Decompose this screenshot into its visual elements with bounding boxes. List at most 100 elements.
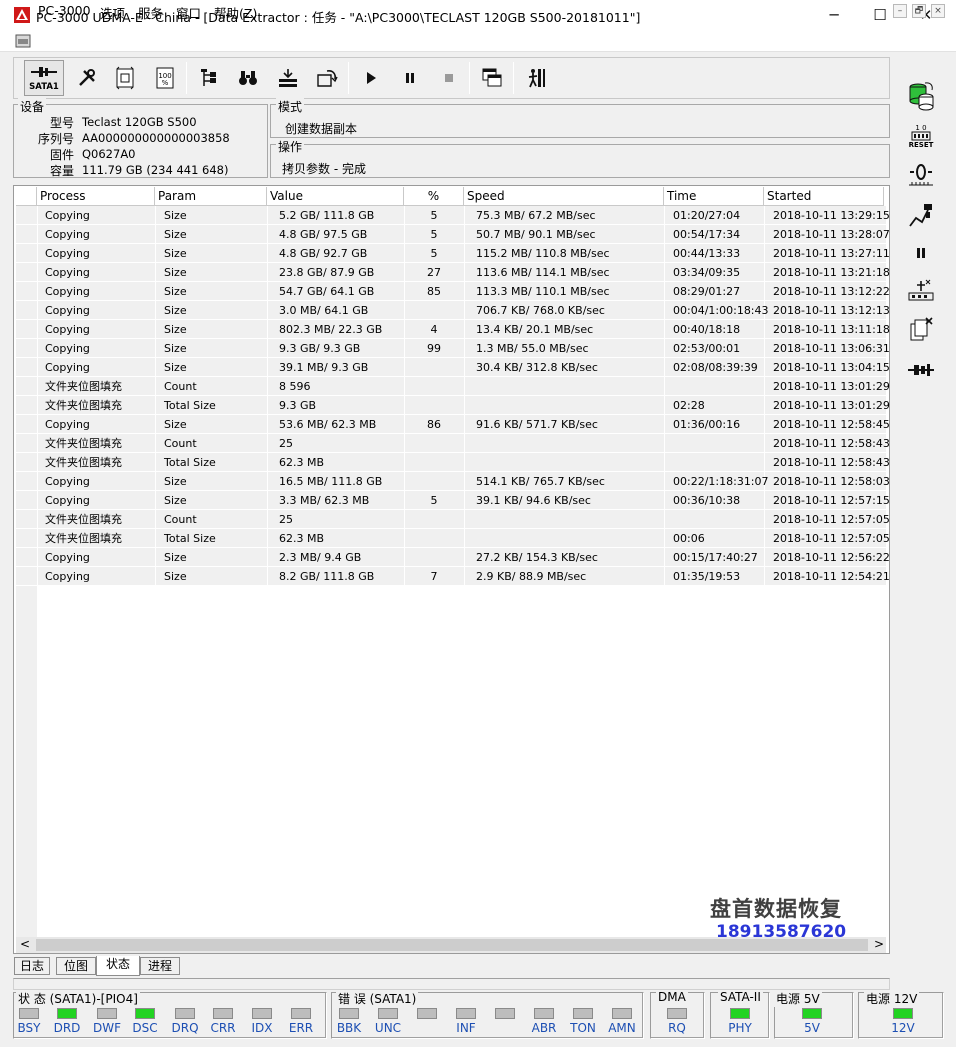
status-led: [667, 1008, 687, 1019]
table-row[interactable]: Copying Size 39.1 MB/ 9.3 GB 30.4 KB/ 312.8…: [16, 358, 890, 377]
cell-process: Copying: [45, 323, 90, 336]
status-led: [573, 1008, 593, 1019]
probe-button[interactable]: [904, 198, 938, 232]
cell-value: 9.3 GB: [279, 399, 317, 412]
column-divider: [37, 510, 38, 529]
network-icon: [908, 279, 934, 301]
cell-process: 文件夹位图填充: [45, 513, 122, 526]
menu-pc3000[interactable]: PC-3000: [38, 3, 91, 18]
cell-percent: 99: [427, 342, 441, 355]
column-divider: [37, 548, 38, 567]
column-divider: [464, 510, 465, 529]
menu-service[interactable]: 服务: [138, 3, 163, 22]
cell-time: 00:04/1:00:18:43: [673, 304, 769, 317]
scroll-right-button[interactable]: >: [874, 937, 884, 951]
column-divider: [464, 225, 465, 244]
table-row[interactable]: Copying Size 4.8 GB/ 97.5 GB 5 50.7 MB/ 90.1…: [16, 225, 890, 244]
header-value[interactable]: Value: [267, 187, 404, 206]
mode-group: [270, 104, 890, 138]
pause-button[interactable]: [394, 63, 426, 93]
column-divider: [464, 396, 465, 415]
tree-button[interactable]: [193, 63, 225, 93]
column-divider: [664, 548, 665, 567]
table-row[interactable]: Copying Size 53.6 MB/ 62.3 MB 86 91.6 KB/ 57…: [16, 415, 890, 434]
table-row[interactable]: 文件夹位图填充 Total Size 62.3 MB 2018-10-11 12:58…: [16, 453, 890, 472]
table-row[interactable]: Copying Size 9.3 GB/ 9.3 GB 99 1.3 MB/ 55.0 …: [16, 339, 890, 358]
mdi-minimize-button[interactable]: –: [893, 4, 907, 18]
minimize-button[interactable]: ─: [811, 0, 857, 30]
table-header: Process Param Value % Speed Time Started: [16, 187, 886, 206]
start-button[interactable]: [355, 63, 387, 93]
mdi-child-icon[interactable]: [15, 34, 31, 48]
drive-utility-button[interactable]: [109, 63, 141, 93]
export-button[interactable]: [311, 63, 343, 93]
table-row[interactable]: Copying Size 23.8 GB/ 87.9 GB 27 113.6 MB/ 1…: [16, 263, 890, 282]
mdi-close-button[interactable]: ×: [931, 4, 945, 18]
menu-options[interactable]: 选项: [100, 3, 125, 22]
table-row[interactable]: Copying Size 54.7 GB/ 64.1 GB 85 113.3 MB/ 1…: [16, 282, 890, 301]
voltage-button[interactable]: [904, 158, 938, 192]
column-divider: [764, 434, 765, 453]
row-gutter: [16, 586, 37, 937]
table-row[interactable]: 文件夹位图填充 Count 8 596 2018-10-11 13:01:29: [16, 377, 890, 396]
pause-side-button[interactable]: [904, 236, 938, 270]
header-speed[interactable]: Speed: [464, 187, 664, 206]
cell-speed: 113.6 MB/ 114.1 MB/sec: [476, 266, 610, 279]
column-divider: [155, 491, 156, 510]
table-row[interactable]: Copying Size 802.3 MB/ 22.3 GB 4 13.4 KB/ 20…: [16, 320, 890, 339]
mdi-restore-button[interactable]: 🗗: [912, 4, 926, 18]
sata-port-button[interactable]: SATA1: [24, 60, 64, 96]
scroll-left-button[interactable]: <: [20, 937, 30, 951]
table-row[interactable]: Copying Size 8.2 GB/ 111.8 GB 7 2.9 KB/ 88.9…: [16, 567, 890, 586]
status-led: [97, 1008, 117, 1019]
header-started[interactable]: Started: [764, 187, 884, 206]
clone-close-button[interactable]: [904, 313, 938, 347]
menu-help[interactable]: 帮助(Z): [214, 3, 257, 22]
tab-log[interactable]: 日志: [14, 957, 50, 975]
header-process[interactable]: Process: [37, 187, 155, 206]
header-percent[interactable]: %: [404, 187, 464, 206]
indicator-group-title: DMA: [656, 990, 688, 1004]
layers-button[interactable]: [272, 63, 304, 93]
tab-bitmap[interactable]: 位图: [56, 957, 96, 975]
connector-button[interactable]: [904, 353, 938, 387]
tools-button[interactable]: [71, 63, 103, 93]
toolbar-separator: [186, 62, 187, 94]
table-row[interactable]: Copying Size 2.3 MB/ 9.4 GB 27.2 KB/ 154.3 …: [16, 548, 890, 567]
table-row[interactable]: Copying Size 16.5 MB/ 111.8 GB 514.1 KB/ 76…: [16, 472, 890, 491]
header-param[interactable]: Param: [155, 187, 267, 206]
tab-process[interactable]: 进程: [140, 957, 180, 975]
pause-icon: [917, 248, 925, 258]
table-row[interactable]: Copying Size 3.3 MB/ 62.3 MB 5 39.1 KB/ 94.6…: [16, 491, 890, 510]
column-divider: [764, 396, 765, 415]
stop-button[interactable]: [433, 63, 465, 93]
cell-value: 5.2 GB/ 111.8 GB: [279, 209, 375, 222]
table-row[interactable]: 文件夹位图填充 Total Size 9.3 GB 02:28 2018-10-11 1…: [16, 396, 890, 415]
tab-status[interactable]: 状态: [96, 956, 140, 976]
table-row[interactable]: Copying Size 4.8 GB/ 92.7 GB 5 115.2 MB/ 110…: [16, 244, 890, 263]
cell-param: Size: [164, 361, 187, 374]
table-row[interactable]: Copying Size 3.0 MB/ 64.1 GB 706.7 KB/ 768.…: [16, 301, 890, 320]
status-separator: [13, 978, 890, 990]
cell-param: Size: [164, 475, 187, 488]
table-row[interactable]: Copying Size 5.2 GB/ 111.8 GB 5 75.3 MB/ 67.…: [16, 206, 890, 225]
status-led: [495, 1008, 515, 1019]
column-divider: [37, 567, 38, 586]
column-divider: [37, 225, 38, 244]
percent-button[interactable]: 100%: [149, 63, 181, 93]
column-divider: [764, 358, 765, 377]
layers-icon: [279, 69, 297, 87]
header-time[interactable]: Time: [664, 187, 764, 206]
cell-started: 2018-10-11 12:57:05: [773, 532, 890, 545]
cell-percent: [404, 453, 464, 472]
menu-window[interactable]: 窗口: [176, 3, 201, 22]
network-button[interactable]: [904, 273, 938, 307]
table-row[interactable]: 文件夹位图填充 Count 25 2018-10-11 12:58:43: [16, 434, 890, 453]
disk-stack-button[interactable]: [904, 78, 938, 112]
column-divider: [664, 491, 665, 510]
table-row[interactable]: 文件夹位图填充 Total Size 62.3 MB 00:06 2018-10-11 …: [16, 529, 890, 548]
window-copy-button[interactable]: [476, 63, 508, 93]
search-button[interactable]: [232, 63, 264, 93]
table-row[interactable]: 文件夹位图填充 Count 25 2018-10-11 12:57:05: [16, 510, 890, 529]
exit-button[interactable]: [520, 63, 552, 93]
